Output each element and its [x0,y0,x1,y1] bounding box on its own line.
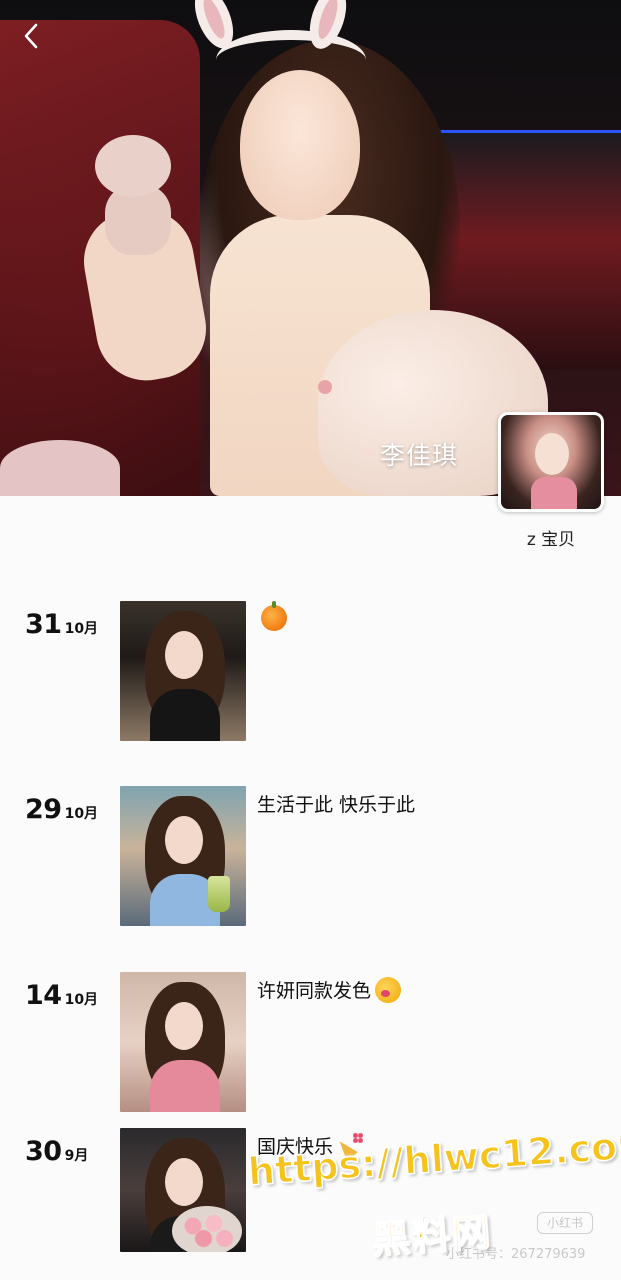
chevron-left-icon [24,23,38,49]
post-day: 29 [25,794,62,825]
avatar[interactable] [498,412,604,512]
face-shape [240,70,360,220]
post-month: 10月 [64,806,99,822]
app-watermark-logo: 小红书 [537,1212,593,1234]
post-date: 31 10月 [25,609,98,640]
post-caption [257,601,287,631]
plush-bunny-foot [0,440,120,496]
site-watermark: 黑料网 [370,1209,494,1263]
post-day: 31 [25,609,62,640]
post-thumbnail[interactable] [120,786,246,926]
post-day: 30 [25,1136,62,1167]
post-month: 9月 [64,1148,89,1164]
plush-bunny-small [80,115,190,255]
post-caption-text: 许妍同款发色 [257,980,372,1002]
post-day: 14 [25,980,62,1011]
post-month: 10月 [64,621,99,637]
back-button[interactable] [14,18,50,54]
post-caption-text: 生活于此 快乐于此 [257,794,416,816]
post-thumbnail[interactable] [120,972,246,1112]
pumpkin-icon [261,601,287,631]
timeline-post[interactable]: 31 10月 [0,601,621,741]
post-date: 30 9月 [25,1136,88,1167]
timeline-post[interactable]: 14 10月 许妍同款发色 [0,972,621,1112]
avatar-label: z 宝贝 [526,530,576,550]
post-caption: 许妍同款发色 [257,976,402,1003]
post-thumbnail[interactable] [120,601,246,741]
post-date: 29 10月 [25,794,98,825]
timeline-post[interactable]: 29 10月 生活于此 快乐于此 [0,786,621,926]
cover-name: 李佳琪 [380,441,459,470]
post-month: 10月 [64,992,99,1008]
post-caption: 生活于此 快乐于此 [257,790,415,817]
headband [216,30,366,90]
post-thumbnail[interactable] [120,1128,246,1252]
kiss-face-icon [375,976,402,1003]
post-date: 14 10月 [25,980,98,1011]
